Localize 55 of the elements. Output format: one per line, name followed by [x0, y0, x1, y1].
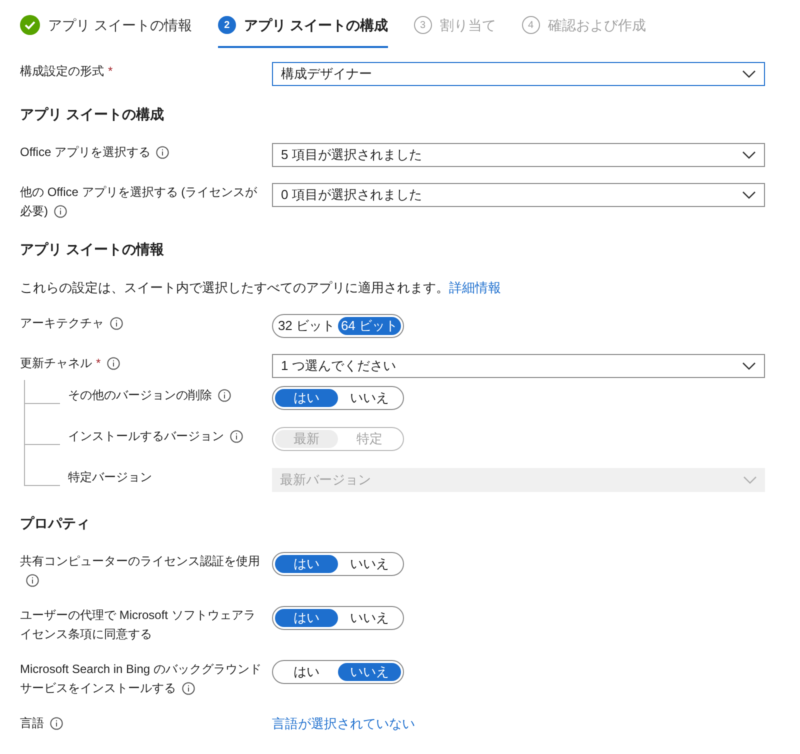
- info-icon[interactable]: [182, 682, 195, 695]
- step-number: 4: [522, 16, 540, 34]
- toggle-option[interactable]: はい: [275, 554, 338, 572]
- field-label: 構成設定の形式 *: [20, 63, 113, 80]
- toggle-option[interactable]: いいえ: [338, 388, 401, 406]
- dropdown[interactable]: 構成デザイナー: [272, 62, 765, 86]
- chevron-down-icon: [743, 476, 757, 484]
- info-icon[interactable]: [26, 574, 39, 587]
- step-number: 2: [218, 16, 236, 34]
- info-icon[interactable]: [110, 316, 123, 330]
- section-heading: プロパティ: [20, 514, 91, 532]
- field-label: 共有コンピューターのライセンス認証を使用: [20, 552, 264, 590]
- toggle-option[interactable]: はい: [275, 608, 338, 626]
- chevron-down-icon: [742, 70, 756, 78]
- description-text: これらの設定は、スイート内で選択したすべてのアプリに適用されます。: [20, 280, 449, 295]
- field-label: 言語: [20, 714, 63, 732]
- required-asterisk: *: [96, 356, 101, 370]
- info-icon[interactable]: [50, 716, 63, 730]
- field-label: その他のバージョンの削除: [68, 386, 231, 404]
- info-icon[interactable]: [54, 205, 67, 218]
- required-asterisk: *: [108, 64, 113, 78]
- chevron-down-icon: [742, 362, 756, 370]
- chevron-down-icon: [742, 151, 756, 159]
- dropdown[interactable]: 0 項目が選択されました: [272, 183, 765, 207]
- info-icon[interactable]: [218, 388, 231, 402]
- toggle-option[interactable]: いいえ: [338, 608, 401, 626]
- info-icon[interactable]: [156, 146, 170, 160]
- dropdown[interactable]: 1 つ選んでください: [272, 354, 765, 378]
- step-number: 3: [414, 16, 432, 34]
- info-icon[interactable]: [106, 356, 120, 370]
- toggle-option[interactable]: いいえ: [338, 554, 401, 572]
- field-label: 他の Office アプリを選択する (ライセンスが必要): [20, 184, 258, 220]
- wizard-step-tab[interactable]: アプリ スイートの構成: [244, 14, 388, 36]
- tree-connector: [24, 380, 60, 420]
- toggle-option[interactable]: 64 ビット: [338, 316, 401, 334]
- field-label: ユーザーの代理で Microsoft ソフトウェアライセンス条項に同意する: [20, 606, 256, 642]
- section-heading: アプリ スイートの構成: [20, 105, 165, 124]
- section-heading: アプリ スイートの情報: [20, 240, 165, 259]
- wizard-step-tab[interactable]: 割り当て: [440, 14, 496, 36]
- toggle-option[interactable]: いいえ: [338, 662, 401, 680]
- language-link[interactable]: 言語が選択されていない: [272, 714, 415, 733]
- dropdown[interactable]: 5 項目が選択されました: [272, 143, 765, 167]
- wizard-step-tab[interactable]: アプリ スイートの情報: [48, 14, 192, 36]
- toggle-option[interactable]: 32 ビット: [275, 316, 338, 334]
- toggle-option[interactable]: はい: [275, 662, 338, 680]
- field-label: インストールするバージョン: [68, 426, 243, 446]
- wizard-step-tab[interactable]: 確認および作成: [548, 14, 646, 36]
- learn-more-link[interactable]: 詳細情報: [449, 280, 501, 295]
- toggle-option[interactable]: はい: [275, 388, 338, 406]
- field-label: 更新チャネル *: [20, 354, 120, 372]
- field-label: アーキテクチャ: [20, 314, 123, 332]
- field-label: Microsoft Search in Bing のバックグラウンドサービスをインストールする: [20, 660, 262, 697]
- chevron-down-icon: [742, 191, 756, 199]
- field-label: Office アプリを選択する: [20, 143, 170, 162]
- field-label: 特定バージョン: [68, 468, 152, 486]
